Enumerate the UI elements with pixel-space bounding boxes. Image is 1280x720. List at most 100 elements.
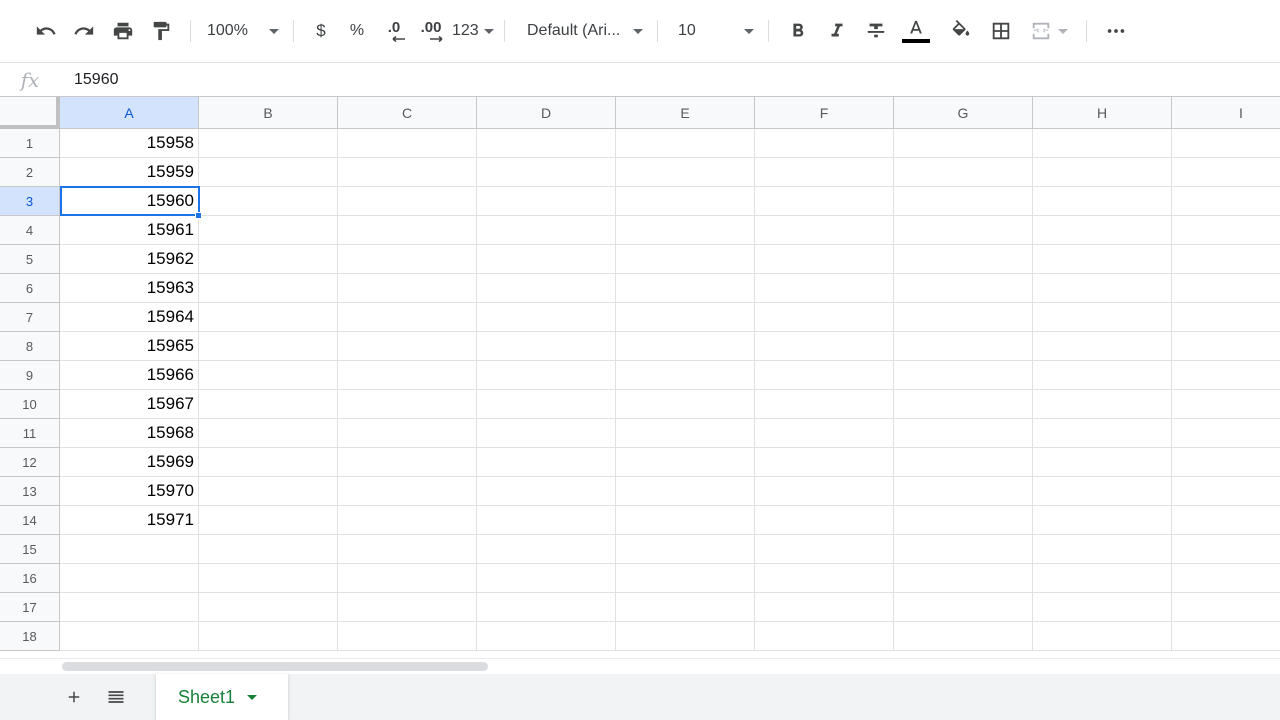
- table-cell[interactable]: [477, 564, 616, 593]
- table-cell[interactable]: [338, 361, 477, 390]
- table-cell[interactable]: 15968: [60, 419, 199, 448]
- row-header[interactable]: 16: [0, 564, 60, 593]
- table-cell[interactable]: [477, 361, 616, 390]
- table-cell[interactable]: [616, 477, 755, 506]
- table-cell[interactable]: [1033, 303, 1172, 332]
- horizontal-scrollbar[interactable]: [0, 658, 1280, 674]
- table-cell[interactable]: [199, 216, 338, 245]
- table-cell[interactable]: [755, 361, 894, 390]
- table-cell[interactable]: [1172, 564, 1280, 593]
- table-cell[interactable]: [338, 448, 477, 477]
- bold-button[interactable]: [779, 15, 817, 47]
- table-cell[interactable]: [1033, 622, 1172, 651]
- table-cell[interactable]: [477, 129, 616, 158]
- table-cell[interactable]: [477, 158, 616, 187]
- table-cell[interactable]: [60, 622, 199, 651]
- column-header[interactable]: G: [894, 97, 1033, 129]
- table-cell[interactable]: [338, 622, 477, 651]
- table-cell[interactable]: 15966: [60, 361, 199, 390]
- table-cell[interactable]: [477, 448, 616, 477]
- table-cell[interactable]: [1172, 158, 1280, 187]
- table-cell[interactable]: [755, 390, 894, 419]
- redo-button[interactable]: [64, 15, 104, 47]
- table-cell[interactable]: [616, 187, 755, 216]
- more-button[interactable]: [1097, 15, 1135, 47]
- table-cell[interactable]: [1172, 361, 1280, 390]
- strikethrough-button[interactable]: [857, 15, 895, 47]
- table-cell[interactable]: [755, 535, 894, 564]
- table-cell[interactable]: [755, 564, 894, 593]
- row-header[interactable]: 13: [0, 477, 60, 506]
- table-cell[interactable]: [616, 274, 755, 303]
- table-cell[interactable]: [338, 593, 477, 622]
- table-cell[interactable]: [477, 477, 616, 506]
- table-cell[interactable]: [199, 129, 338, 158]
- table-cell[interactable]: [616, 506, 755, 535]
- column-header[interactable]: E: [616, 97, 755, 129]
- row-header[interactable]: 2: [0, 158, 60, 187]
- add-sheet-button[interactable]: [56, 679, 92, 715]
- table-cell[interactable]: [1033, 245, 1172, 274]
- table-cell[interactable]: [1033, 564, 1172, 593]
- table-cell[interactable]: [894, 535, 1033, 564]
- table-cell[interactable]: [338, 390, 477, 419]
- column-header[interactable]: I: [1172, 97, 1280, 129]
- table-cell[interactable]: [894, 129, 1033, 158]
- table-cell[interactable]: [616, 593, 755, 622]
- table-cell[interactable]: [1172, 448, 1280, 477]
- row-header[interactable]: 8: [0, 332, 60, 361]
- table-cell[interactable]: [338, 274, 477, 303]
- table-cell[interactable]: [1033, 448, 1172, 477]
- table-cell[interactable]: [1033, 535, 1172, 564]
- merge-cells-button[interactable]: [1022, 15, 1076, 47]
- table-cell[interactable]: [1033, 332, 1172, 361]
- table-cell[interactable]: 15960: [60, 187, 199, 216]
- table-cell[interactable]: [477, 274, 616, 303]
- column-header[interactable]: F: [755, 97, 894, 129]
- table-cell[interactable]: [477, 245, 616, 274]
- table-cell[interactable]: [199, 419, 338, 448]
- table-cell[interactable]: [1172, 419, 1280, 448]
- row-header[interactable]: 4: [0, 216, 60, 245]
- row-header[interactable]: 10: [0, 390, 60, 419]
- table-cell[interactable]: [477, 390, 616, 419]
- table-cell[interactable]: [60, 593, 199, 622]
- column-header[interactable]: A: [60, 97, 199, 129]
- table-cell[interactable]: [199, 361, 338, 390]
- table-cell[interactable]: [1172, 187, 1280, 216]
- table-cell[interactable]: [338, 535, 477, 564]
- row-header[interactable]: 7: [0, 303, 60, 332]
- formula-input[interactable]: 15960: [60, 63, 1280, 96]
- table-cell[interactable]: [616, 129, 755, 158]
- table-cell[interactable]: [60, 535, 199, 564]
- table-cell[interactable]: [894, 332, 1033, 361]
- table-cell[interactable]: [338, 245, 477, 274]
- table-cell[interactable]: [1172, 622, 1280, 651]
- table-cell[interactable]: [1033, 216, 1172, 245]
- table-cell[interactable]: [477, 506, 616, 535]
- table-cell[interactable]: 15962: [60, 245, 199, 274]
- decrease-decimal-button[interactable]: .0: [376, 15, 412, 47]
- table-cell[interactable]: [199, 564, 338, 593]
- table-cell[interactable]: [199, 593, 338, 622]
- print-button[interactable]: [104, 15, 142, 47]
- text-color-button[interactable]: [895, 15, 937, 47]
- table-cell[interactable]: 15971: [60, 506, 199, 535]
- table-cell[interactable]: [755, 332, 894, 361]
- table-cell[interactable]: [755, 622, 894, 651]
- row-header[interactable]: 3: [0, 187, 60, 216]
- italic-button[interactable]: [817, 15, 857, 47]
- table-cell[interactable]: [894, 506, 1033, 535]
- row-header[interactable]: 6: [0, 274, 60, 303]
- table-cell[interactable]: [1033, 390, 1172, 419]
- table-cell[interactable]: [199, 303, 338, 332]
- font-size-dropdown[interactable]: 10: [668, 15, 758, 47]
- table-cell[interactable]: [616, 245, 755, 274]
- table-cell[interactable]: 15967: [60, 390, 199, 419]
- table-cell[interactable]: [338, 506, 477, 535]
- table-cell[interactable]: [1033, 158, 1172, 187]
- row-header[interactable]: 12: [0, 448, 60, 477]
- table-cell[interactable]: 15964: [60, 303, 199, 332]
- table-cell[interactable]: [755, 593, 894, 622]
- table-cell[interactable]: [199, 332, 338, 361]
